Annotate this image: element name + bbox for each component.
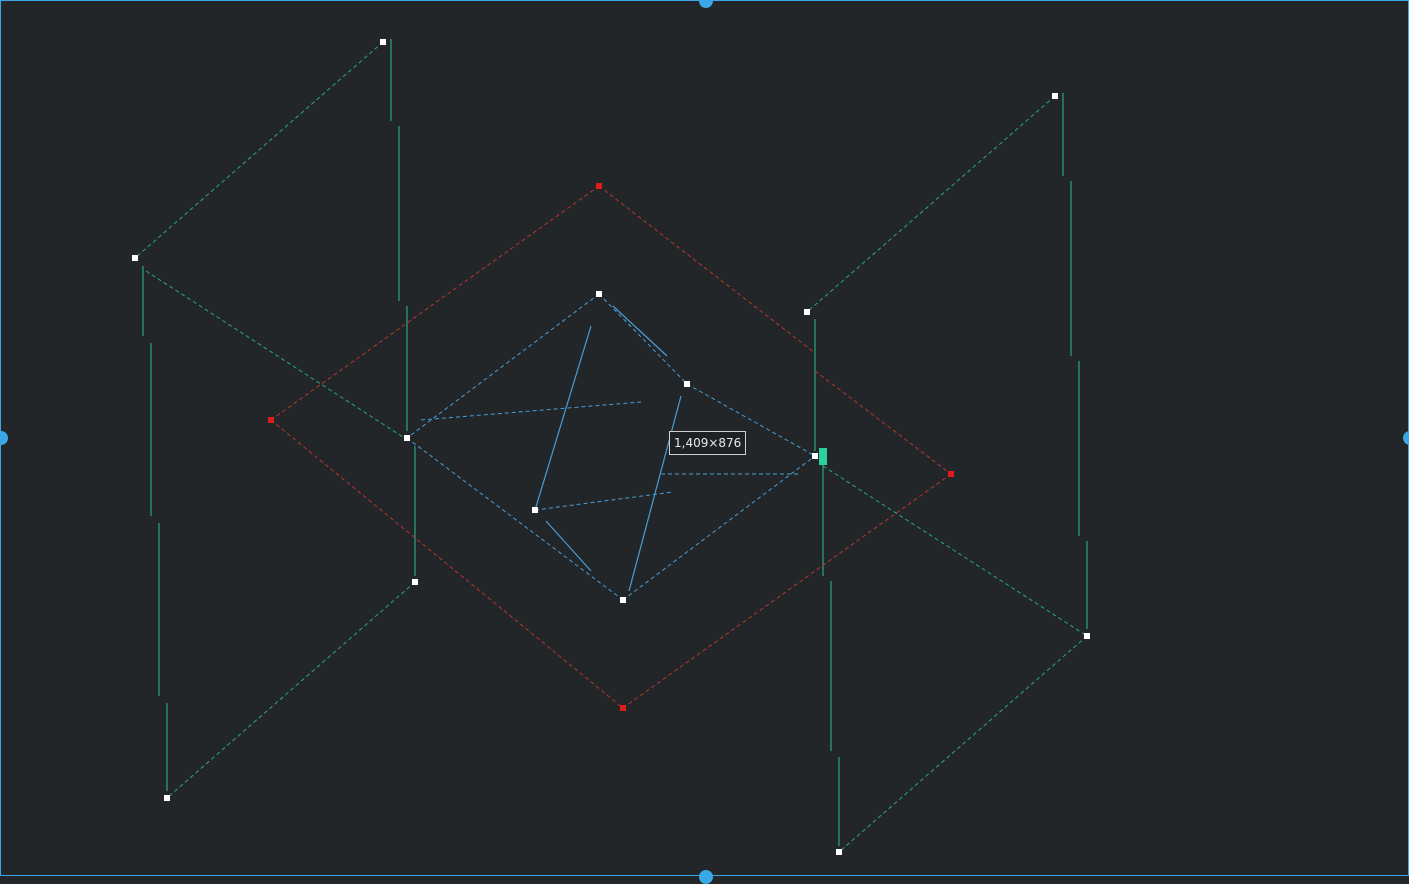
red-edge bbox=[622, 473, 952, 709]
selection-area[interactable]: 1,409×876 bbox=[0, 0, 1409, 884]
green-edge bbox=[838, 635, 1088, 853]
green-edge bbox=[822, 465, 1088, 637]
blue-edge bbox=[622, 455, 816, 601]
green-edge bbox=[806, 95, 1056, 313]
resize-handle-bottom[interactable] bbox=[699, 870, 713, 884]
white-node bbox=[620, 597, 626, 603]
white-node bbox=[404, 435, 410, 441]
white-node bbox=[132, 255, 138, 261]
selection-size-tooltip: 1,409×876 bbox=[669, 431, 747, 455]
blue-edge bbox=[545, 520, 592, 572]
white-node bbox=[836, 849, 842, 855]
blue-edge bbox=[420, 401, 642, 421]
white-node bbox=[164, 795, 170, 801]
blue-edge bbox=[406, 293, 600, 439]
red-node bbox=[596, 183, 602, 189]
red-node bbox=[620, 705, 626, 711]
blue-edge bbox=[612, 305, 668, 357]
green-edge bbox=[134, 41, 384, 259]
white-node bbox=[812, 453, 818, 459]
red-node bbox=[948, 471, 954, 477]
blue-edge bbox=[534, 491, 674, 511]
white-node bbox=[684, 381, 690, 387]
white-node bbox=[412, 579, 418, 585]
blue-edge bbox=[406, 437, 624, 601]
red-edge bbox=[270, 185, 600, 421]
blue-edge bbox=[598, 293, 688, 385]
white-node bbox=[380, 39, 386, 45]
white-node bbox=[804, 309, 810, 315]
white-node bbox=[1084, 633, 1090, 639]
red-edge bbox=[270, 419, 624, 709]
text-cursor-icon bbox=[819, 448, 827, 465]
white-node bbox=[596, 291, 602, 297]
red-edge bbox=[598, 185, 816, 354]
blue-edge bbox=[534, 325, 592, 511]
green-edge bbox=[145, 270, 407, 440]
green-edge bbox=[166, 581, 416, 799]
red-edge bbox=[814, 370, 952, 475]
red-node bbox=[268, 417, 274, 423]
white-node bbox=[1052, 93, 1058, 99]
white-node bbox=[532, 507, 538, 513]
